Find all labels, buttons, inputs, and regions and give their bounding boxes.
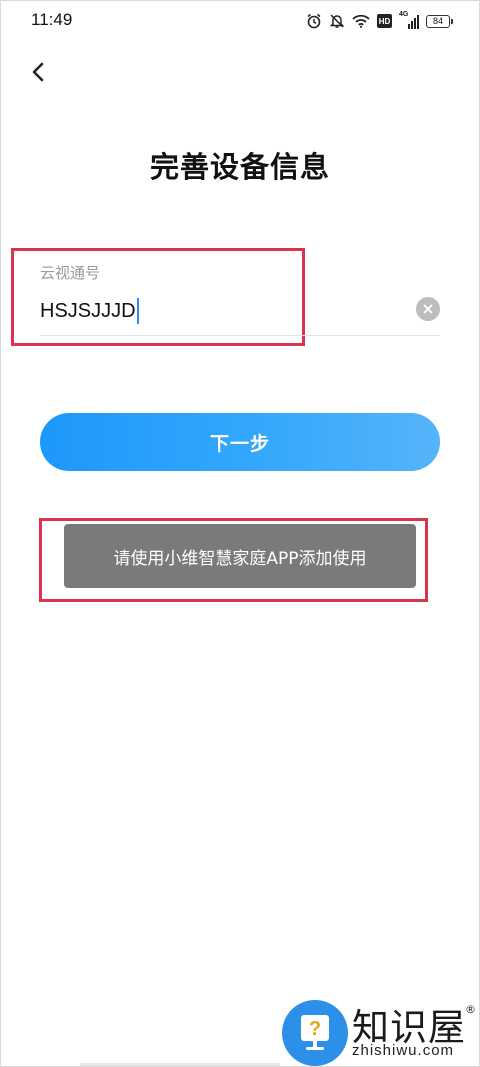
watermark-logo: ? xyxy=(282,1000,348,1066)
wifi-icon xyxy=(352,14,370,28)
battery-icon: 84 xyxy=(426,14,453,28)
text-caret xyxy=(136,298,139,324)
page-title: 完善设备信息 xyxy=(149,150,330,184)
status-icons: HD 4G 84 xyxy=(306,11,453,31)
toast-message: 请使用小维智慧家庭APP添加使用 xyxy=(64,524,416,588)
status-time: 11:49 xyxy=(31,10,73,29)
back-button[interactable] xyxy=(22,56,54,88)
svg-text:?: ? xyxy=(309,1018,321,1040)
hd-icon: HD xyxy=(377,14,392,28)
field-label: 云视通号 xyxy=(40,264,101,282)
status-bar: 11:49 HD 4G 84 xyxy=(0,0,480,42)
next-button[interactable]: 下一步 xyxy=(40,413,440,471)
device-id-input[interactable]: HSJSJJJD xyxy=(40,296,400,326)
question-monitor-icon: ? xyxy=(301,1015,329,1050)
watermark-domain: zhishiwu.com xyxy=(352,1042,455,1059)
clear-icon xyxy=(423,304,433,314)
field-underline xyxy=(40,335,440,336)
alarm-icon xyxy=(306,13,322,29)
device-id-value: HSJSJJJD xyxy=(40,299,136,322)
watermark-registered: ® xyxy=(465,1003,476,1016)
mute-icon xyxy=(329,13,345,29)
signal-icon: 4G xyxy=(399,11,419,29)
chevron-left-icon xyxy=(32,62,44,82)
clear-button[interactable] xyxy=(416,297,440,321)
home-indicator xyxy=(80,1063,280,1066)
